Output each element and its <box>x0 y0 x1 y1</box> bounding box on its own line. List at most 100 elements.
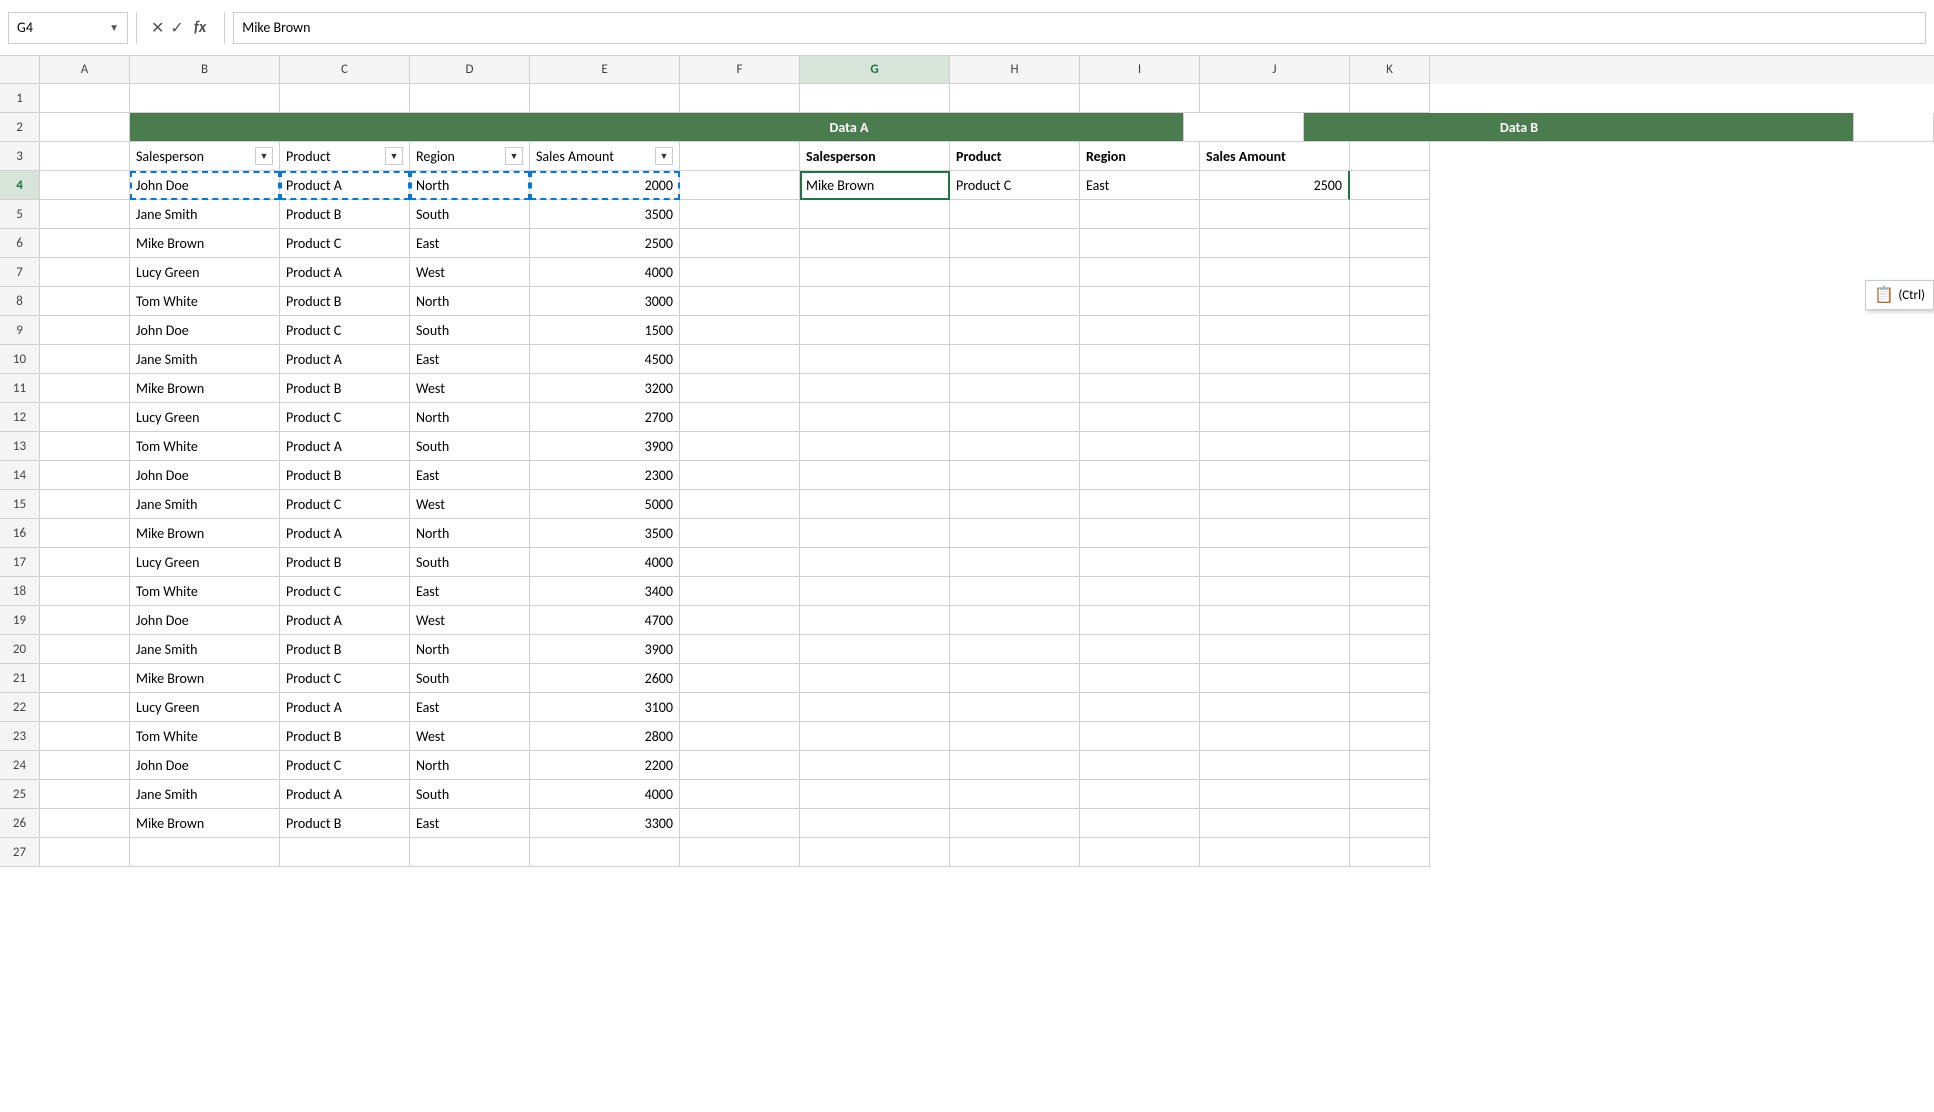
cell-j17[interactable] <box>1200 548 1350 577</box>
cell-i25[interactable] <box>1080 780 1200 809</box>
cell-e23[interactable]: 2800 <box>530 722 680 751</box>
cell-k6[interactable] <box>1350 229 1430 258</box>
cell-j13[interactable] <box>1200 432 1350 461</box>
cell-i2-title[interactable] <box>1584 113 1704 142</box>
cell-j6[interactable] <box>1200 229 1350 258</box>
cell-d3-header[interactable]: Region ▼ <box>410 142 530 171</box>
col-header-k[interactable]: K <box>1350 56 1430 84</box>
cell-k9[interactable] <box>1350 316 1430 345</box>
cell-i15[interactable] <box>1080 490 1200 519</box>
cell-e1[interactable] <box>530 84 680 113</box>
cell-b16[interactable]: Mike Brown <box>130 519 280 548</box>
cell-h4[interactable]: Product C <box>950 171 1080 200</box>
cell-k2[interactable] <box>1854 113 1934 142</box>
cell-e15[interactable]: 5000 <box>530 490 680 519</box>
cell-f10[interactable] <box>680 345 800 374</box>
cell-g19[interactable] <box>800 606 950 635</box>
cell-b27[interactable] <box>130 838 280 867</box>
cell-a20[interactable] <box>40 635 130 664</box>
col-header-h[interactable]: H <box>950 56 1080 84</box>
cell-d1[interactable] <box>410 84 530 113</box>
cell-k5[interactable] <box>1350 200 1430 229</box>
col-header-f[interactable]: F <box>680 56 800 84</box>
cell-k24[interactable] <box>1350 751 1430 780</box>
cell-k20[interactable] <box>1350 635 1430 664</box>
cell-d5[interactable]: South <box>410 200 530 229</box>
cell-i14[interactable] <box>1080 461 1200 490</box>
cell-d2-title[interactable] <box>914 113 1034 142</box>
cell-k1[interactable] <box>1350 84 1430 113</box>
col-header-d[interactable]: D <box>410 56 530 84</box>
cell-g18[interactable] <box>800 577 950 606</box>
cell-f7[interactable] <box>680 258 800 287</box>
col-header-i[interactable]: I <box>1080 56 1200 84</box>
cell-b21[interactable]: Mike Brown <box>130 664 280 693</box>
cell-g16[interactable] <box>800 519 950 548</box>
cell-d13[interactable]: South <box>410 432 530 461</box>
cell-e8[interactable]: 3000 <box>530 287 680 316</box>
cell-h1[interactable] <box>950 84 1080 113</box>
cell-b18[interactable]: Tom White <box>130 577 280 606</box>
cell-i23[interactable] <box>1080 722 1200 751</box>
cell-j9[interactable] <box>1200 316 1350 345</box>
cell-j7[interactable] <box>1200 258 1350 287</box>
cell-j1[interactable] <box>1200 84 1350 113</box>
cell-a26[interactable] <box>40 809 130 838</box>
cell-h9[interactable] <box>950 316 1080 345</box>
cell-j20[interactable] <box>1200 635 1350 664</box>
cell-h19[interactable] <box>950 606 1080 635</box>
cell-k14[interactable] <box>1350 461 1430 490</box>
cell-d25[interactable]: South <box>410 780 530 809</box>
cell-c4[interactable]: Product A <box>280 171 410 200</box>
cell-a25[interactable] <box>40 780 130 809</box>
cell-i22[interactable] <box>1080 693 1200 722</box>
cell-b6[interactable]: Mike Brown <box>130 229 280 258</box>
cell-e12[interactable]: 2700 <box>530 403 680 432</box>
cell-c10[interactable]: Product A <box>280 345 410 374</box>
cell-a10[interactable] <box>40 345 130 374</box>
cell-j5[interactable] <box>1200 200 1350 229</box>
cell-b20[interactable]: Jane Smith <box>130 635 280 664</box>
cell-h5[interactable] <box>950 200 1080 229</box>
cell-d27[interactable] <box>410 838 530 867</box>
filter-region-btn[interactable]: ▼ <box>505 147 523 165</box>
cell-c23[interactable]: Product B <box>280 722 410 751</box>
cell-a2[interactable] <box>40 113 130 142</box>
cell-d6[interactable]: East <box>410 229 530 258</box>
col-header-a[interactable]: A <box>40 56 130 84</box>
cell-h12[interactable] <box>950 403 1080 432</box>
cell-k15[interactable] <box>1350 490 1430 519</box>
col-header-e[interactable]: E <box>530 56 680 84</box>
cell-i11[interactable] <box>1080 374 1200 403</box>
cell-j23[interactable] <box>1200 722 1350 751</box>
cell-d21[interactable]: South <box>410 664 530 693</box>
cell-h14[interactable] <box>950 461 1080 490</box>
cell-c27[interactable] <box>280 838 410 867</box>
cell-i21[interactable] <box>1080 664 1200 693</box>
cell-d4[interactable]: North <box>410 171 530 200</box>
cell-c20[interactable]: Product B <box>280 635 410 664</box>
cell-c22[interactable]: Product A <box>280 693 410 722</box>
cell-i7[interactable] <box>1080 258 1200 287</box>
cell-g6[interactable] <box>800 229 950 258</box>
cell-e14[interactable]: 2300 <box>530 461 680 490</box>
cell-c25[interactable]: Product A <box>280 780 410 809</box>
cell-g20[interactable] <box>800 635 950 664</box>
cell-c15[interactable]: Product C <box>280 490 410 519</box>
cell-i3-header[interactable]: Region <box>1080 142 1200 171</box>
cell-b24[interactable]: John Doe <box>130 751 280 780</box>
cell-h21[interactable] <box>950 664 1080 693</box>
cell-i27[interactable] <box>1080 838 1200 867</box>
cell-b9[interactable]: John Doe <box>130 316 280 345</box>
cell-f25[interactable] <box>680 780 800 809</box>
cell-d26[interactable]: East <box>410 809 530 838</box>
cell-e10[interactable]: 4500 <box>530 345 680 374</box>
cell-f22[interactable] <box>680 693 800 722</box>
cell-c16[interactable]: Product A <box>280 519 410 548</box>
cell-a21[interactable] <box>40 664 130 693</box>
cell-i12[interactable] <box>1080 403 1200 432</box>
cell-c18[interactable]: Product C <box>280 577 410 606</box>
cell-a4[interactable] <box>40 171 130 200</box>
cell-g3-header[interactable]: Salesperson <box>800 142 950 171</box>
cell-c14[interactable]: Product B <box>280 461 410 490</box>
